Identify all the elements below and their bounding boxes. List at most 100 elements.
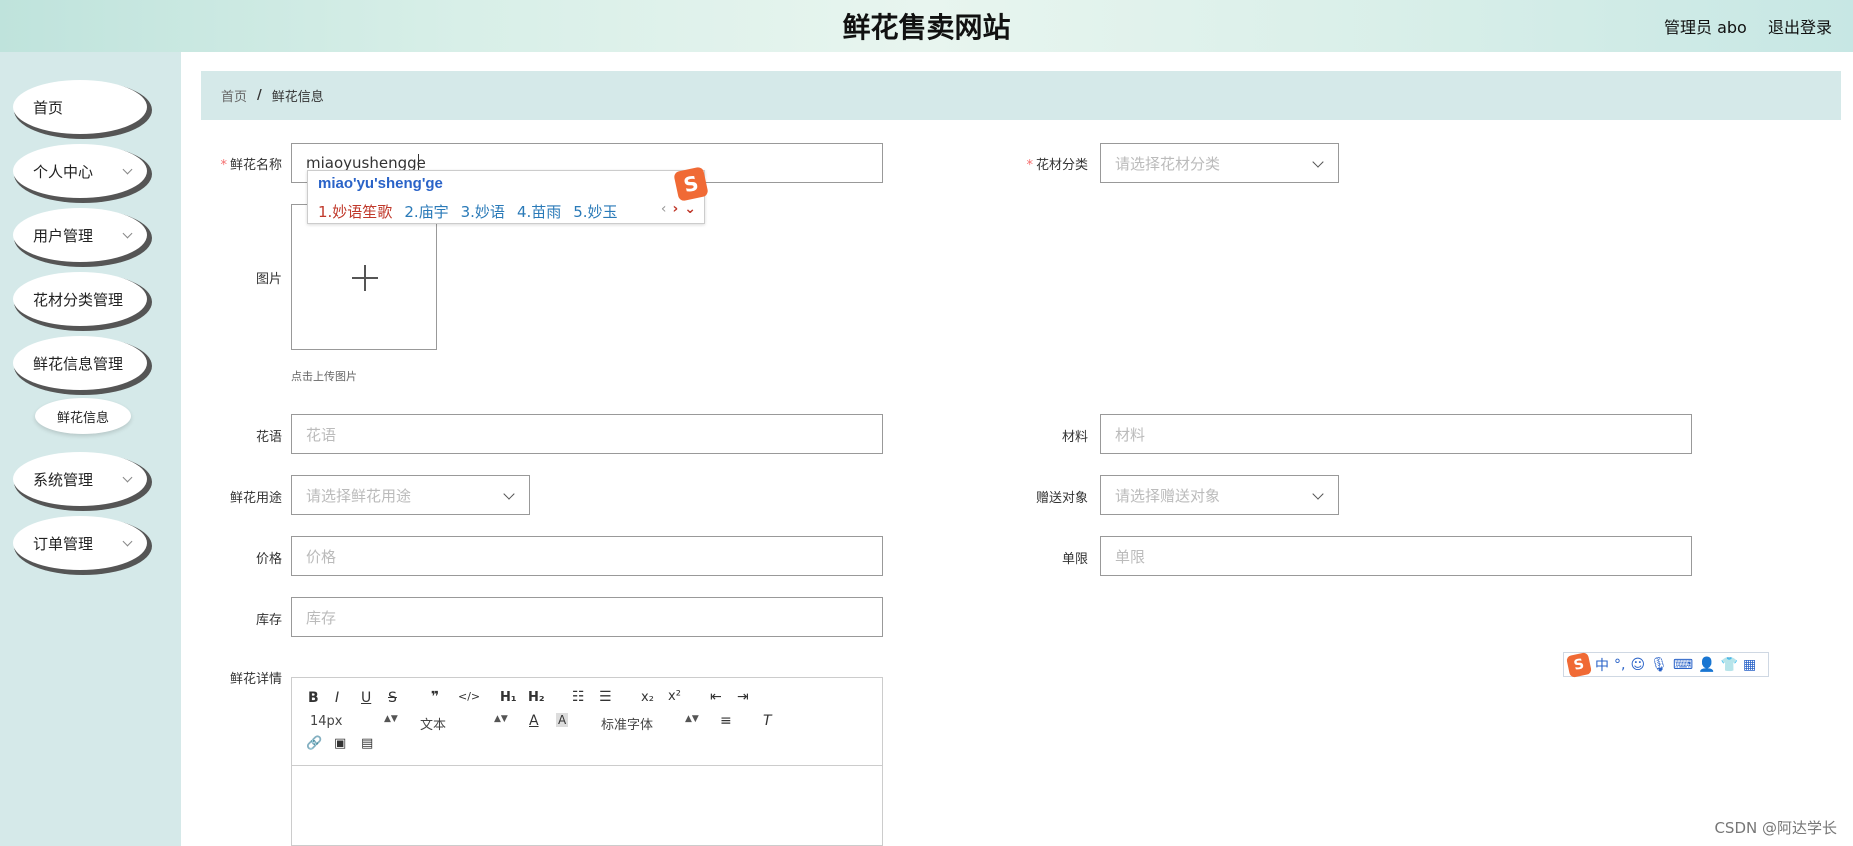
sidebar-item-personal[interactable]: 个人中心: [13, 144, 147, 198]
unit-label: 单限: [1061, 552, 1088, 567]
paragraph-select[interactable]: 文本 ▲▼: [420, 714, 508, 733]
ime-candidate[interactable]: 5.妙玉: [573, 201, 617, 222]
toolbox-icon[interactable]: ▦: [1743, 657, 1756, 673]
sidebar-item-flowers[interactable]: 鲜花信息管理: [13, 336, 147, 390]
stock-placeholder: 库存: [306, 608, 337, 627]
unit-input[interactable]: 单限: [1100, 536, 1692, 576]
blockquote-icon[interactable]: ❞: [431, 689, 439, 705]
breadcrumb-separator: /: [257, 88, 262, 103]
breadcrumb: 首页 / 鲜花信息: [201, 71, 1841, 120]
updown-icon: ▲▼: [494, 714, 508, 724]
material-input[interactable]: 材料: [1100, 414, 1692, 454]
rich-text-editor[interactable]: B I U S ❞ </> H₁ H₂ ☷ ☰ x₂ x² ⇤ ⇥ 14px ▲…: [291, 677, 883, 846]
italic-icon[interactable]: I: [335, 690, 339, 706]
sidebar-item-label: 首页: [33, 98, 64, 117]
stock-input[interactable]: 库存: [291, 597, 883, 637]
punctuation-icon[interactable]: °,: [1614, 657, 1625, 673]
language-placeholder: 花语: [306, 425, 337, 444]
outdent-icon[interactable]: ⇤: [710, 689, 722, 705]
header: 鲜花售卖网站 管理员 abo 退出登录: [0, 0, 1853, 52]
strikethrough-icon[interactable]: S: [388, 690, 397, 706]
font-size-value: 14px: [310, 714, 343, 729]
font-color-icon[interactable]: A: [529, 713, 539, 729]
material-placeholder: 材料: [1115, 425, 1146, 444]
font-size-select[interactable]: 14px ▲▼: [310, 714, 398, 729]
superscript-icon[interactable]: x²: [668, 689, 681, 704]
skin-icon[interactable]: 👕: [1721, 657, 1738, 673]
sogou-logo-icon: S: [673, 166, 709, 202]
target-select[interactable]: 请选择赠送对象: [1100, 475, 1339, 515]
ordered-list-icon[interactable]: ☷: [572, 689, 585, 705]
image-icon[interactable]: ▣: [334, 736, 346, 751]
clear-format-icon[interactable]: T: [763, 713, 772, 729]
align-icon[interactable]: ≡: [720, 713, 732, 729]
header1-icon[interactable]: H₁: [500, 690, 517, 705]
ime-pinyin: miao'yu'sheng'ge: [318, 175, 443, 192]
sidebar-item-orders[interactable]: 订单管理: [13, 516, 147, 570]
chevron-down-icon: [122, 228, 133, 239]
usage-label: 鲜花用途: [229, 491, 282, 506]
ime-candidates: 1.妙语笙歌 2.庙宇 3.妙语 4.苗雨 5.妙玉: [318, 201, 618, 222]
video-icon[interactable]: ▤: [361, 736, 373, 751]
microphone-icon[interactable]: 🎙: [1650, 657, 1668, 673]
chevron-down-icon: [122, 536, 133, 547]
category-placeholder: 请选择花材分类: [1115, 154, 1221, 173]
indent-icon[interactable]: ⇥: [737, 689, 749, 705]
plus-icon-vertical: [364, 265, 366, 291]
underline-icon[interactable]: U: [361, 690, 371, 706]
sidebar-item-label: 个人中心: [33, 162, 94, 181]
bullet-list-icon[interactable]: ☰: [599, 689, 612, 705]
updown-icon: ▲▼: [685, 714, 699, 724]
upload-hint: 点击上传图片: [291, 370, 357, 383]
font-family-value: 标准字体: [601, 718, 654, 733]
emoji-icon[interactable]: ☺: [1630, 657, 1645, 673]
site-title: 鲜花售卖网站: [842, 11, 1011, 44]
category-label: * 花材分类: [1026, 158, 1088, 173]
usage-select[interactable]: 请选择鲜花用途: [291, 475, 530, 515]
chinese-mode-icon[interactable]: 中: [1595, 655, 1609, 675]
breadcrumb-home[interactable]: 首页: [221, 86, 247, 105]
detail-label: 鲜花详情: [229, 672, 282, 687]
sidebar-item-label: 花材分类管理: [33, 290, 124, 309]
watermark: CSDN @阿达学长: [1714, 819, 1837, 837]
code-block-icon[interactable]: </>: [458, 690, 480, 703]
image-upload[interactable]: [291, 204, 437, 350]
bold-icon[interactable]: B: [308, 690, 319, 706]
ime-candidate[interactable]: 2.庙宇: [404, 201, 448, 222]
background-color-icon[interactable]: A: [556, 713, 569, 727]
ime-candidate[interactable]: 3.妙语: [461, 201, 505, 222]
sidebar: 首页 个人中心 用户管理 花材分类管理 鲜花信息管理 鲜花信息 系统管理 订单管…: [0, 52, 181, 846]
chevron-right-icon[interactable]: ›: [672, 201, 678, 217]
sidebar-item-home[interactable]: 首页: [13, 80, 147, 134]
admin-name: 管理员 abo: [1664, 18, 1747, 37]
user-icon[interactable]: 👤: [1698, 657, 1715, 673]
ime-candidate[interactable]: 4.苗雨: [517, 201, 561, 222]
ime-candidate[interactable]: 1.妙语笙歌: [318, 201, 392, 222]
price-input[interactable]: 价格: [291, 536, 883, 576]
logout-link[interactable]: 退出登录: [1768, 14, 1832, 38]
sidebar-subitem-flower-info[interactable]: 鲜花信息: [35, 398, 131, 434]
flower-language-input[interactable]: 花语: [291, 414, 883, 454]
language-label: 花语: [255, 430, 282, 445]
link-icon[interactable]: 🔗: [306, 736, 322, 751]
ime-page-nav: ‹ › ⌄: [661, 201, 696, 217]
material-label: 材料: [1061, 430, 1088, 445]
sidebar-item-category[interactable]: 花材分类管理: [13, 272, 147, 326]
sidebar-item-label: 系统管理: [33, 470, 94, 489]
sidebar-item-users[interactable]: 用户管理: [13, 208, 147, 262]
chevron-left-icon[interactable]: ‹: [661, 201, 667, 217]
chevron-down-icon: [503, 488, 515, 500]
sidebar-item-label: 用户管理: [33, 226, 94, 245]
sidebar-item-system[interactable]: 系统管理: [13, 452, 147, 506]
editor-toolbar: B I U S ❞ </> H₁ H₂ ☷ ☰ x₂ x² ⇤ ⇥ 14px ▲…: [292, 678, 882, 766]
subscript-icon[interactable]: x₂: [641, 690, 654, 705]
price-placeholder: 价格: [306, 547, 337, 566]
chevron-down-icon: [122, 164, 133, 175]
chevron-down-icon[interactable]: ⌄: [684, 201, 696, 217]
header2-icon[interactable]: H₂: [528, 690, 545, 705]
category-select[interactable]: 请选择花材分类: [1100, 143, 1339, 183]
ime-status-bar: S 中 °, ☺ 🎙 ⌨ 👤 👕 ▦: [1563, 651, 1769, 678]
ime-candidate-window: miao'yu'sheng'ge 1.妙语笙歌 2.庙宇 3.妙语 4.苗雨 5…: [307, 166, 709, 224]
keyboard-icon[interactable]: ⌨: [1673, 657, 1693, 673]
font-family-select[interactable]: 标准字体 ▲▼: [601, 714, 699, 733]
